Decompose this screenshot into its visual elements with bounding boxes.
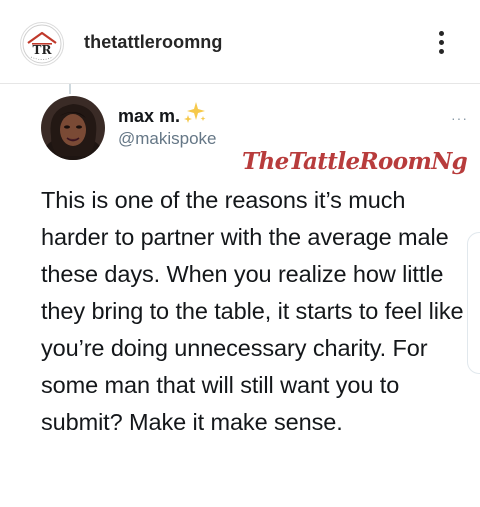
sparkles-icon: [184, 102, 206, 123]
tweet-avatar[interactable]: [41, 96, 105, 160]
account-avatar[interactable]: TR: [20, 22, 64, 66]
adjacent-card-edge: [467, 232, 480, 374]
post-header: TR thetattleroomng: [0, 0, 480, 84]
tweet-more-icon[interactable]: ···: [451, 110, 468, 126]
account-username[interactable]: thetattleroomng: [84, 32, 223, 53]
watermark: TheTattleRoomNg: [242, 148, 468, 175]
tattle-room-logo: TR: [22, 24, 62, 64]
tweet-display-name[interactable]: max m.: [118, 106, 180, 127]
tweet-handle[interactable]: @makispoke: [118, 129, 217, 149]
tweet-text: This is one of the reasons it’s much har…: [41, 187, 464, 435]
svg-text:TR: TR: [33, 43, 53, 57]
thread-connector: [69, 84, 71, 94]
more-vertical-icon[interactable]: [430, 26, 454, 60]
